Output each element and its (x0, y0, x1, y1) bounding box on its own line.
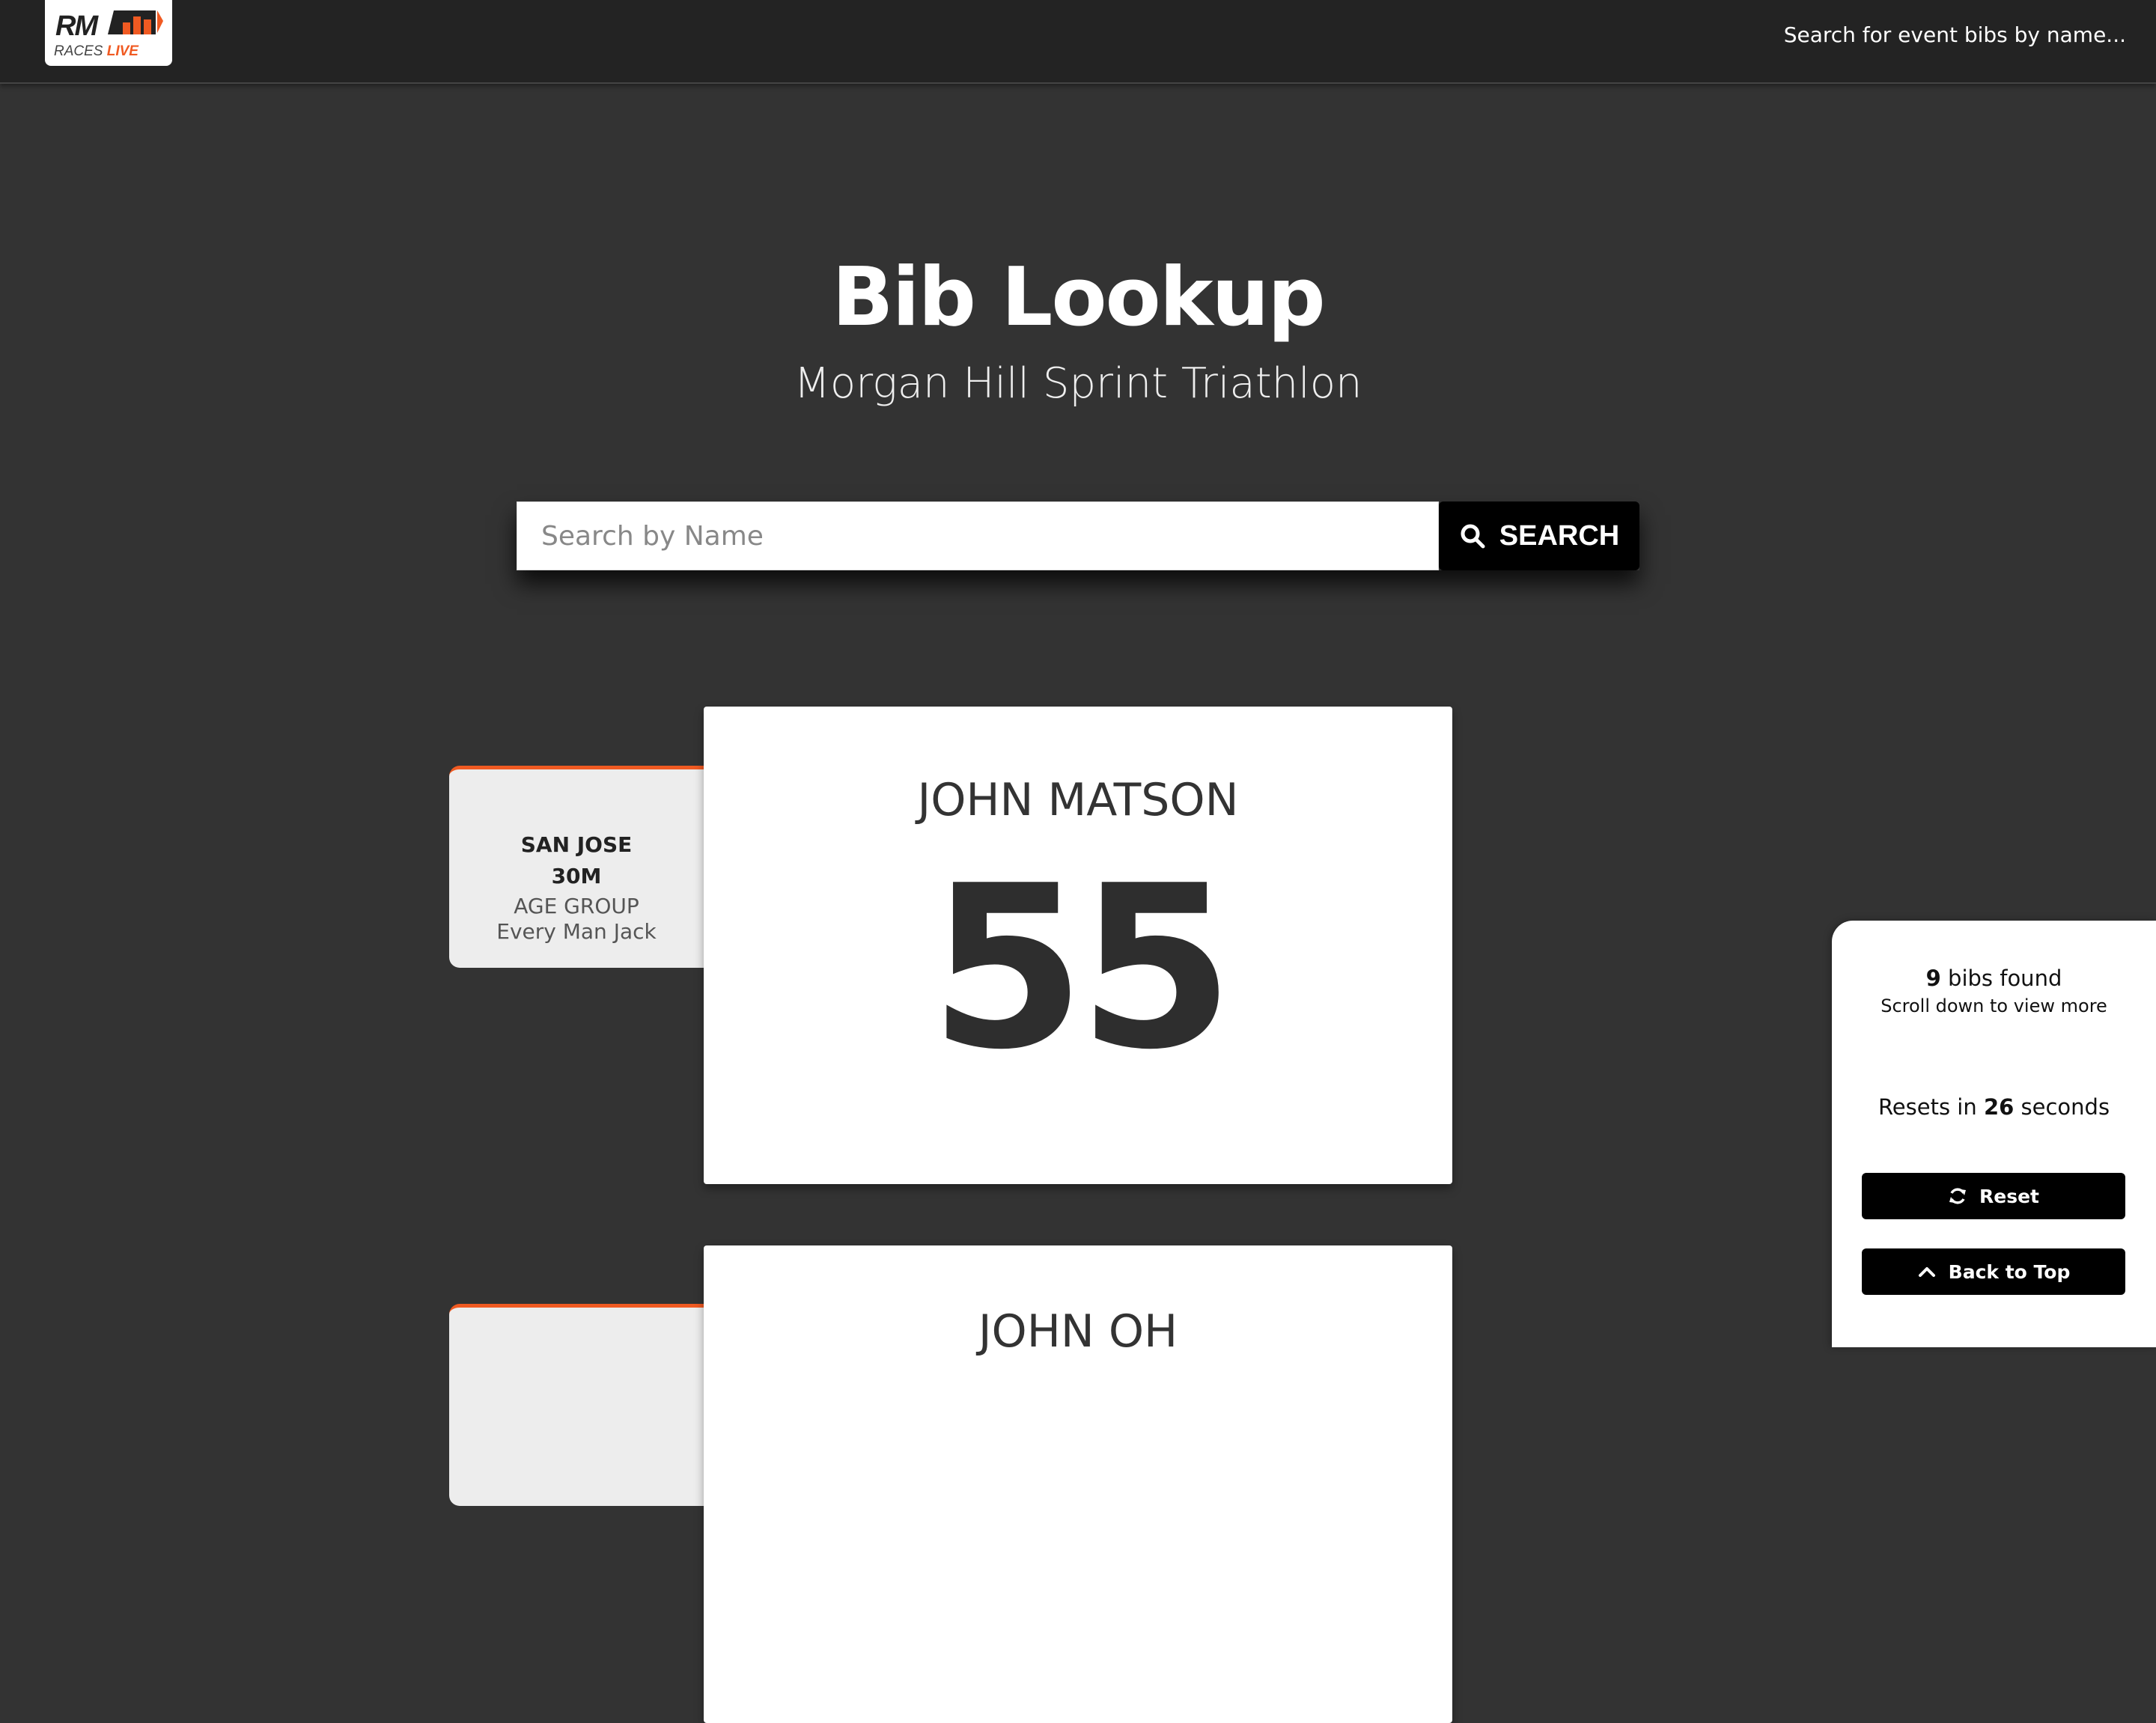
search-bar: SEARCH (517, 501, 1639, 570)
bibs-found-label: bibs found (1948, 966, 2062, 991)
reset-countdown: Resets in 26 seconds (1832, 1094, 2156, 1120)
search-bibs-link[interactable]: Search for event bibs by name... (1784, 22, 2126, 47)
bib-division: 30M (551, 864, 602, 888)
reset-button-label: Reset (1979, 1185, 2039, 1207)
bib-card: JOHN OH (704, 1245, 1452, 1723)
search-button-label: SEARCH (1499, 519, 1620, 552)
search-button[interactable]: SEARCH (1439, 501, 1639, 570)
refresh-icon (1949, 1188, 1966, 1204)
bib-number: 55 (929, 838, 1234, 1099)
logo-sub-accent: LIVE (106, 43, 138, 59)
bib-team: Every Man Jack (496, 919, 657, 944)
top-bar: RM RACES LIVE Search for event bibs by n… (0, 0, 2156, 84)
back-to-top-label: Back to Top (1948, 1260, 2071, 1283)
races-live-logo[interactable]: RM RACES LIVE (45, 0, 172, 66)
back-to-top-button[interactable]: Back to Top (1862, 1248, 2125, 1295)
bib-details-card: SAN JOSE 30M AGE GROUP Every Man Jack (449, 766, 704, 968)
page-title: Bib Lookup (832, 251, 1325, 344)
results-panel: 9 bibs found Scroll down to view more Re… (1832, 921, 2156, 1347)
bib-details-card (449, 1304, 704, 1506)
reset-button[interactable]: Reset (1862, 1173, 2125, 1219)
chevron-up-icon (1918, 1267, 1935, 1277)
resets-suffix: seconds (2021, 1094, 2110, 1120)
bib-group: AGE GROUP (514, 894, 639, 918)
bib-city: SAN JOSE (520, 832, 633, 857)
logo-mark: RM (55, 10, 98, 42)
search-input[interactable] (517, 501, 1439, 570)
bibs-found-count: 9 (1925, 966, 1941, 991)
logo-sub-plain: RACES (54, 43, 103, 59)
bib-name: JOHN OH (978, 1305, 1178, 1358)
event-subtitle: Morgan Hill Sprint Triathlon (794, 359, 1362, 408)
resets-prefix: Resets in (1878, 1094, 1977, 1120)
search-icon (1461, 524, 1485, 549)
bib-card: JOHN MATSON 55 (704, 707, 1452, 1184)
resets-seconds: 26 (1983, 1094, 2015, 1120)
bibs-found-text: 9 bibs found (1832, 966, 2156, 991)
bib-name: JOHN MATSON (917, 774, 1239, 826)
scroll-hint: Scroll down to view more (1881, 995, 2107, 1016)
logo-subtitle: RACES LIVE (54, 43, 138, 60)
